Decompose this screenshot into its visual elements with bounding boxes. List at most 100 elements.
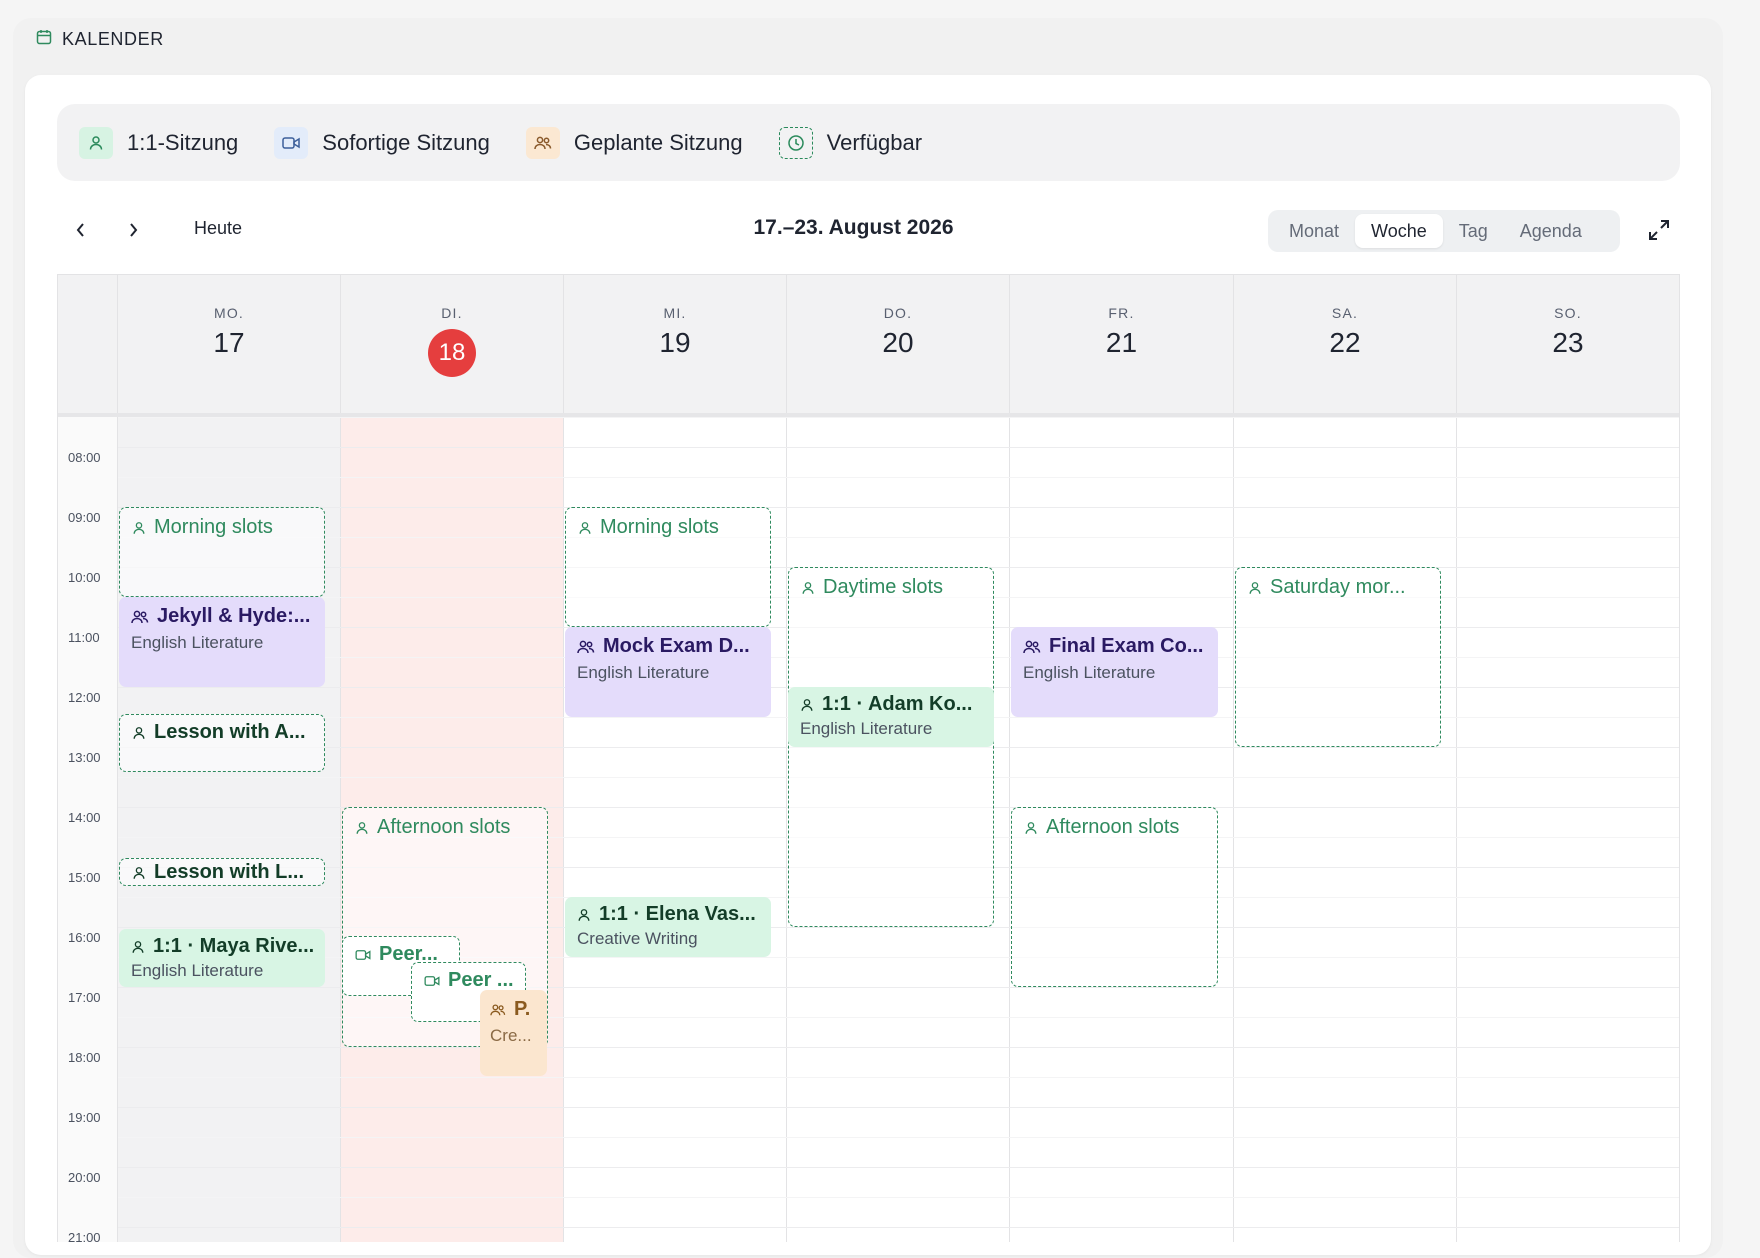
day-column-sun[interactable] xyxy=(1457,417,1679,1242)
event-tue-p[interactable]: P. Cre... xyxy=(480,990,547,1076)
time-label: 14:00 xyxy=(68,810,101,825)
time-grid: 08:00 09:00 10:00 11:00 12:00 13:00 14:0… xyxy=(58,417,1679,1242)
person-icon xyxy=(356,821,368,834)
grid-line xyxy=(118,507,1679,508)
event-title: P. xyxy=(514,998,531,1020)
prev-week-button[interactable] xyxy=(65,214,97,246)
grid-line xyxy=(118,477,1679,478)
day-column-sat[interactable] xyxy=(1234,417,1457,1242)
event-title: Daytime slots xyxy=(823,576,944,598)
grid-line xyxy=(118,1107,1679,1108)
view-switcher: Monat Woche Tag Agenda xyxy=(1268,210,1620,252)
event-wed-morning-slots[interactable]: Morning slots xyxy=(565,507,771,627)
event-thu-daytime-slots[interactable]: Daytime slots xyxy=(788,567,994,927)
chevron-right-icon xyxy=(130,223,138,237)
day-header-wed[interactable]: MI. 19 xyxy=(564,275,787,415)
grid-line xyxy=(118,537,1679,538)
grid-line xyxy=(118,1047,1679,1048)
grid-line xyxy=(118,417,1679,418)
event-title: Final Exam Co... xyxy=(1049,635,1204,657)
next-week-button[interactable] xyxy=(117,214,149,246)
calendar-icon xyxy=(36,29,52,50)
event-title: Lesson with A... xyxy=(154,721,306,743)
person-icon xyxy=(79,126,113,159)
event-mon-lesson-a[interactable]: Lesson with A... xyxy=(119,714,325,772)
event-thu-adam[interactable]: 1:1 · Adam Ko... English Literature xyxy=(788,687,994,747)
event-title: Morning slots xyxy=(154,516,273,538)
time-label: 13:00 xyxy=(68,750,101,765)
day-header-fri[interactable]: FR. 21 xyxy=(1010,275,1234,415)
day-name: MO. xyxy=(213,305,245,321)
event-wed-mock-exam[interactable]: Mock Exam D... English Literature xyxy=(565,627,771,717)
video-icon xyxy=(274,126,309,159)
day-header-thu[interactable]: DO. 20 xyxy=(787,275,1010,415)
legend-label: Sofortige Sitzung xyxy=(322,129,490,155)
person-icon xyxy=(579,521,591,534)
day-header-mon[interactable]: MO. 17 xyxy=(118,275,341,415)
legend: 1:1-Sitzung Sofortige Sitzung Geplante S… xyxy=(57,104,1680,181)
day-name: SA. xyxy=(1331,305,1359,321)
legend-item-available: Verfügbar xyxy=(778,126,923,159)
event-mon-lesson-l[interactable]: Lesson with L... xyxy=(119,858,325,886)
event-subtitle: Cre... xyxy=(490,1026,532,1045)
person-icon xyxy=(1025,821,1037,834)
chevron-left-icon xyxy=(76,223,84,237)
view-month-button[interactable]: Monat xyxy=(1273,214,1355,248)
event-wed-elena[interactable]: 1:1 · Elena Vas... Creative Writing xyxy=(565,897,771,957)
day-header-sun[interactable]: SO. 23 xyxy=(1457,275,1679,415)
event-subtitle: English Literature xyxy=(131,633,264,652)
event-fri-final-exam[interactable]: Final Exam Co... English Literature xyxy=(1011,627,1218,717)
view-day-button[interactable]: Tag xyxy=(1443,214,1504,248)
day-name: DI. xyxy=(441,305,463,321)
clock-icon xyxy=(778,126,813,159)
day-number: 23 xyxy=(1552,327,1584,358)
event-subtitle: Creative Writing xyxy=(577,929,698,948)
event-subtitle: English Literature xyxy=(1023,663,1156,682)
time-label: 21:00 xyxy=(68,1230,101,1242)
legend-label: Verfügbar xyxy=(826,129,923,155)
grid-line xyxy=(118,1197,1679,1198)
time-label: 15:00 xyxy=(68,870,101,885)
person-icon xyxy=(132,940,144,953)
day-header-sat[interactable]: SA. 22 xyxy=(1234,275,1457,415)
time-label: 16:00 xyxy=(68,930,101,945)
event-mon-maya[interactable]: 1:1 · Maya Rive... English Literature xyxy=(119,929,325,987)
event-fri-afternoon-slots[interactable]: Afternoon slots xyxy=(1011,807,1218,987)
event-title: Morning slots xyxy=(600,516,719,538)
view-agenda-button[interactable]: Agenda xyxy=(1504,214,1598,248)
today-button[interactable]: Heute xyxy=(194,218,242,239)
grid-line xyxy=(118,1227,1679,1228)
day-name: MI. xyxy=(663,305,687,321)
event-title: Afternoon slots xyxy=(377,816,511,838)
time-gutter: 08:00 09:00 10:00 11:00 12:00 13:00 14:0… xyxy=(58,417,118,1242)
event-mon-jekyll[interactable]: Jekyll & Hyde:... English Literature xyxy=(119,597,325,687)
group-icon xyxy=(525,126,560,159)
day-name: SO. xyxy=(1554,305,1582,321)
group-icon xyxy=(577,640,595,653)
group-icon xyxy=(490,1003,506,1015)
event-subtitle: English Literature xyxy=(800,719,933,738)
week-grid: MO. 17 DI. 18 MI. 19 DO. 20 FR. 21 SA. 2… xyxy=(57,274,1680,1242)
gutter-header xyxy=(58,275,118,415)
day-number: 20 xyxy=(882,327,914,358)
event-subtitle: English Literature xyxy=(131,961,264,980)
view-week-button[interactable]: Woche xyxy=(1355,214,1443,248)
day-name: FR. xyxy=(1108,305,1135,321)
event-title: Jekyll & Hyde:... xyxy=(157,605,311,627)
event-title: Lesson with L... xyxy=(154,861,305,883)
fullscreen-button[interactable] xyxy=(1641,212,1677,248)
event-subtitle: English Literature xyxy=(577,663,710,682)
today-badge: 18 xyxy=(428,329,476,377)
day-header-tue[interactable]: DI. 18 xyxy=(341,275,564,415)
event-title: 1:1 · Adam Ko... xyxy=(822,693,973,715)
grid-line xyxy=(118,1167,1679,1168)
time-label: 19:00 xyxy=(68,1110,101,1125)
time-label: 18:00 xyxy=(68,1050,101,1065)
event-mon-morning-slots[interactable]: Morning slots xyxy=(119,507,325,597)
event-title: Saturday mor... xyxy=(1270,576,1406,598)
time-label: 09:00 xyxy=(68,510,101,525)
person-icon xyxy=(133,521,145,534)
event-title: Mock Exam D... xyxy=(603,635,750,657)
event-sat-morning-slots[interactable]: Saturday mor... xyxy=(1235,567,1441,747)
time-label: 17:00 xyxy=(68,990,101,1005)
